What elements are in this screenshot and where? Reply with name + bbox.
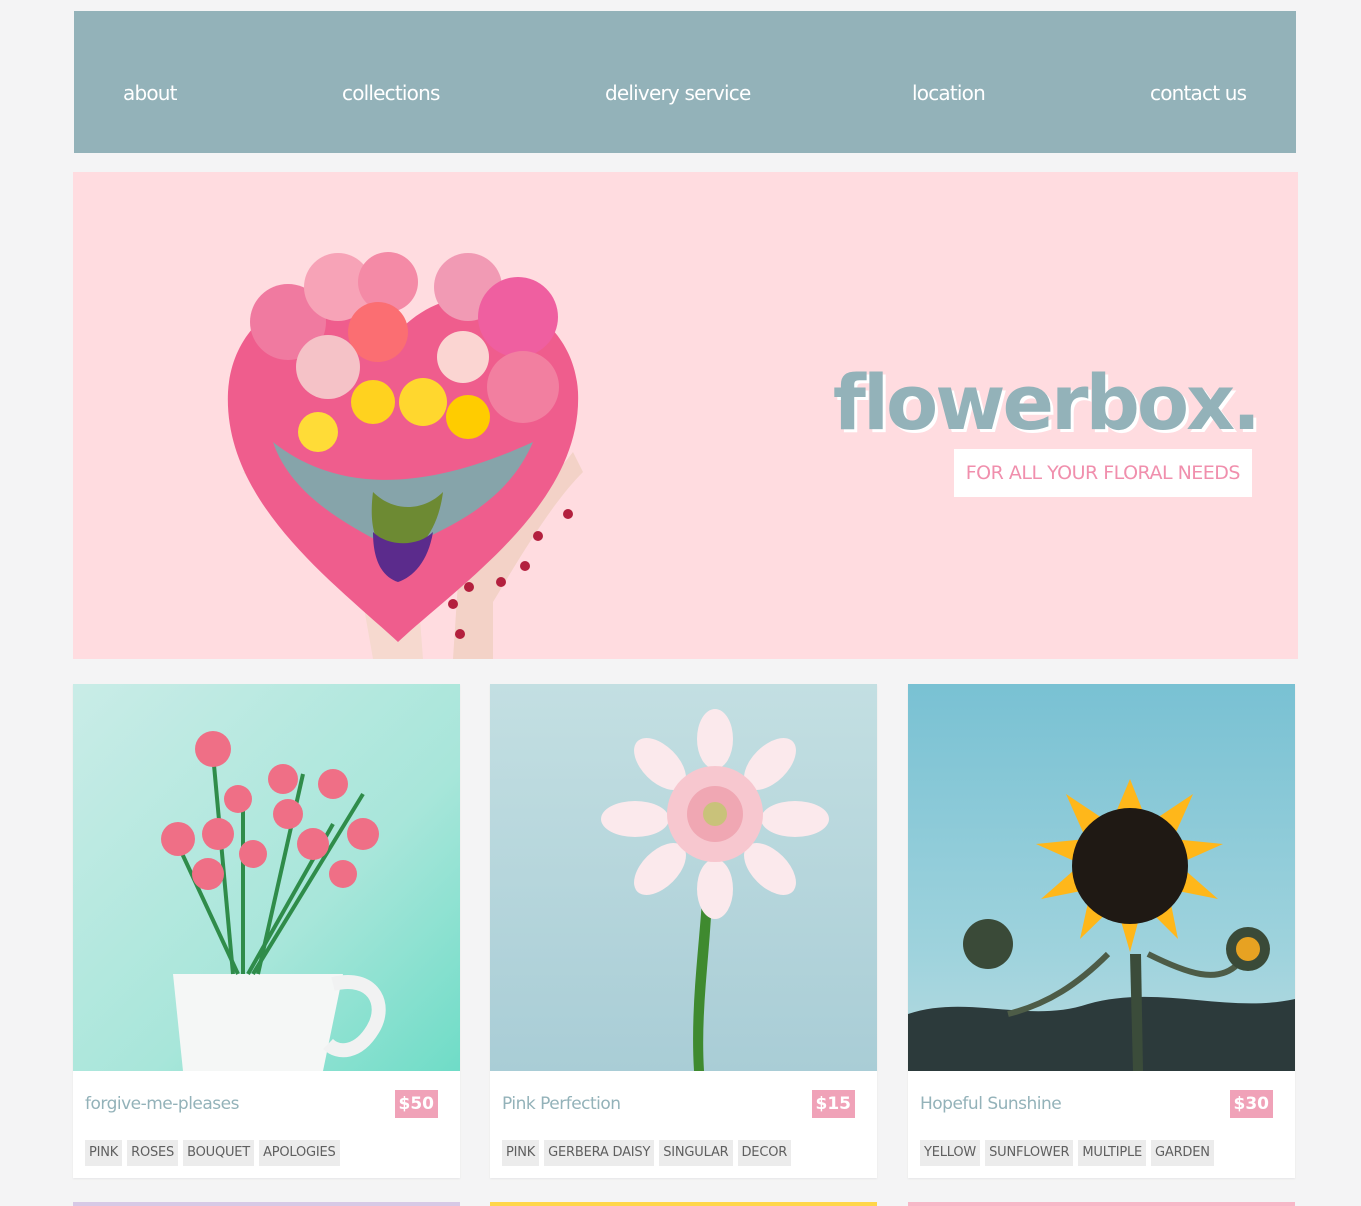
tag[interactable]: ROSES xyxy=(127,1140,179,1166)
next-card-top xyxy=(73,1202,460,1206)
nav-collections[interactable]: collections xyxy=(342,81,440,105)
nav-location[interactable]: location xyxy=(912,81,986,105)
product-image[interactable] xyxy=(908,684,1295,1071)
tag[interactable]: GERBERA DAISY xyxy=(544,1140,655,1166)
tag[interactable]: PINK xyxy=(85,1140,123,1166)
price-badge: $50 xyxy=(394,1090,438,1118)
hero-banner: flowerbox. FOR ALL YOUR FLORAL NEEDS xyxy=(73,172,1298,659)
product-title[interactable]: Pink Perfection xyxy=(502,1094,621,1114)
tag[interactable]: PINK xyxy=(502,1140,540,1166)
product-title[interactable]: forgive-me-pleases xyxy=(85,1094,239,1114)
tag[interactable]: BOUQUET xyxy=(183,1140,255,1166)
nav-contact-us[interactable]: contact us xyxy=(1150,81,1247,105)
next-card-top xyxy=(908,1202,1295,1206)
heart-bouquet-image xyxy=(227,252,583,659)
hero-tagline: FOR ALL YOUR FLORAL NEEDS xyxy=(953,449,1252,497)
nav-delivery-service[interactable]: delivery service xyxy=(605,81,751,105)
tag[interactable]: SUNFLOWER xyxy=(985,1140,1074,1166)
nav-about[interactable]: about xyxy=(123,81,178,105)
tag[interactable]: MULTIPLE xyxy=(1078,1140,1147,1166)
price-badge: $30 xyxy=(1229,1090,1273,1118)
tag-list: YELLOW SUNFLOWER MULTIPLE GARDEN xyxy=(920,1140,1214,1166)
tag[interactable]: SINGULAR xyxy=(659,1140,733,1166)
product-title[interactable]: Hopeful Sunshine xyxy=(920,1094,1062,1114)
tag-list: PINK ROSES BOUQUET APOLOGIES xyxy=(85,1140,340,1166)
main-nav: about collections delivery service locat… xyxy=(74,11,1296,153)
product-card[interactable]: Pink Perfection $15 PINK GERBERA DAISY S… xyxy=(490,684,877,1178)
next-card-top xyxy=(490,1202,877,1206)
tag[interactable]: YELLOW xyxy=(920,1140,981,1166)
tag[interactable]: DECOR xyxy=(737,1140,792,1166)
product-image[interactable] xyxy=(73,684,460,1071)
product-image[interactable] xyxy=(490,684,877,1071)
product-card[interactable]: forgive-me-pleases $50 PINK ROSES BOUQUE… xyxy=(73,684,460,1178)
tag[interactable]: GARDEN xyxy=(1151,1140,1214,1166)
product-card[interactable]: Hopeful Sunshine $30 YELLOW SUNFLOWER MU… xyxy=(908,684,1295,1178)
brand-logo-text: flowerbox. xyxy=(832,358,1261,447)
tag[interactable]: APOLOGIES xyxy=(259,1140,340,1166)
price-badge: $15 xyxy=(811,1090,855,1118)
tag-list: PINK GERBERA DAISY SINGULAR DECOR xyxy=(502,1140,792,1166)
